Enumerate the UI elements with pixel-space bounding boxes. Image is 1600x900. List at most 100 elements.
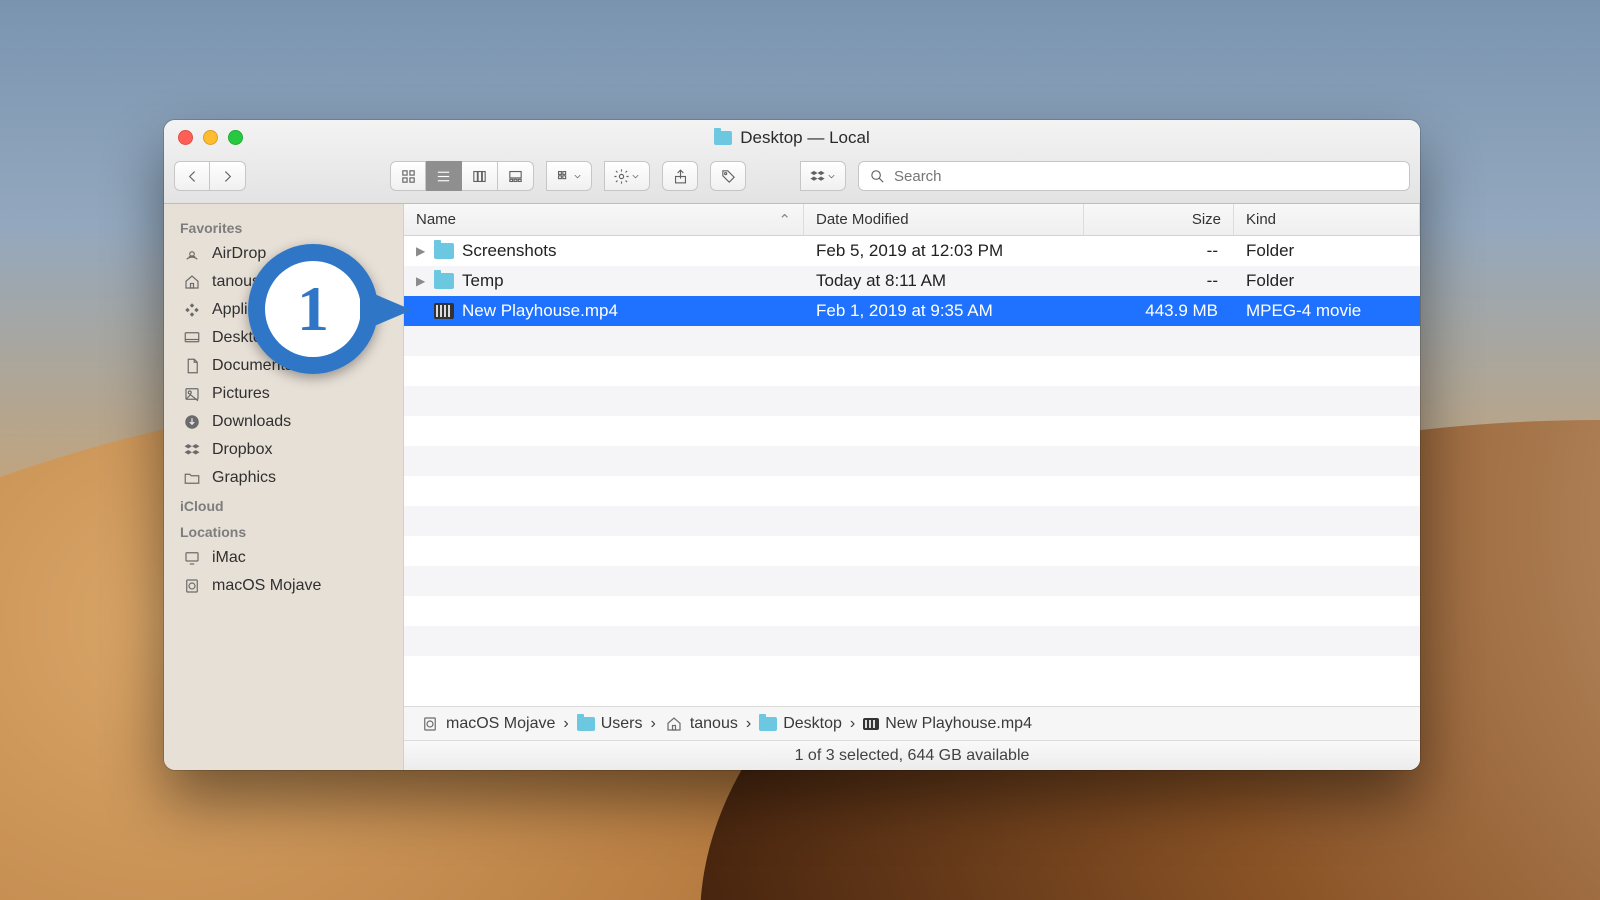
action-button[interactable] [604,161,650,191]
chevron-right-icon [219,168,236,185]
finder-window: Desktop — Local [164,120,1420,770]
file-size: 443.9 MB [1084,301,1234,321]
breadcrumb-item[interactable]: Users [577,715,643,733]
breadcrumb-separator-icon: › [850,715,855,733]
folder-icon [577,717,595,731]
sidebar-section-header: iCloud [164,492,403,518]
nav-group [174,161,246,191]
empty-row [404,356,1420,386]
column-date[interactable]: Date Modified [804,204,1084,235]
disp-icon [182,549,202,567]
sidebar-item-imac[interactable]: iMac [164,544,403,572]
column-size[interactable]: Size [1084,204,1234,235]
sidebar-item-label: macOS Mojave [212,577,321,595]
sidebar-item-label: iMac [212,549,246,567]
dropbox-icon [182,441,202,459]
action-group [604,161,650,191]
column-name[interactable]: Name ⌃ [404,204,804,235]
sidebar: Favorites AirDrop tanous Applications Deskto… [164,204,404,770]
sidebar-item-label: Downloads [212,413,291,431]
tags-button[interactable] [710,161,746,191]
column-headers: Name ⌃ Date Modified Size Kind [404,204,1420,236]
breadcrumb-separator-icon: › [563,715,568,733]
breadcrumb-item[interactable]: tanous [664,715,738,733]
sidebar-item-desktop[interactable]: Desktop [164,324,403,352]
empty-row [404,626,1420,656]
list-view-button[interactable] [426,161,462,191]
grid-small-icon [555,168,572,185]
gallery-icon [507,168,524,185]
down-icon [182,413,202,431]
empty-row [404,656,1420,686]
file-row[interactable]: ▶ScreenshotsFeb 5, 2019 at 12:03 PM--Fol… [404,236,1420,266]
gallery-view-button[interactable] [498,161,534,191]
sidebar-item-tanous[interactable]: tanous [164,268,403,296]
disclosure-triangle-icon[interactable]: ▶ [416,244,426,258]
empty-row [404,386,1420,416]
breadcrumb-label: tanous [690,715,738,733]
file-date: Today at 8:11 AM [804,271,1084,291]
column-view-button[interactable] [462,161,498,191]
sidebar-item-documents[interactable]: Documents [164,352,403,380]
dropbox-icon [809,168,826,185]
dropbox-button[interactable] [800,161,846,191]
empty-row [404,596,1420,626]
breadcrumb-label: Users [601,715,643,733]
sidebar-item-pictures[interactable]: Pictures [164,380,403,408]
file-name: Temp [462,271,504,291]
folder-icon [434,243,454,259]
sidebar-section-header: Favorites [164,214,403,240]
column-kind-label: Kind [1246,211,1276,228]
chevron-down-icon [630,168,641,185]
folder-icon [182,469,202,487]
file-date: Feb 1, 2019 at 9:35 AM [804,301,1084,321]
arrange-button[interactable] [546,161,592,191]
sidebar-item-label: tanous [212,273,260,291]
sidebar-item-label: AirDrop [212,245,266,263]
file-name: New Playhouse.mp4 [462,301,618,321]
path-bar: macOS Mojave›Users›tanous›Desktop›New Pl… [404,706,1420,740]
empty-row [404,416,1420,446]
file-kind: Folder [1234,271,1420,291]
tag-icon [720,168,737,185]
sidebar-item-dropbox[interactable]: Dropbox [164,436,403,464]
sort-indicator-icon: ⌃ [778,211,791,229]
breadcrumb-item[interactable]: Desktop [759,715,842,733]
search-icon [869,168,886,185]
sidebar-item-downloads[interactable]: Downloads [164,408,403,436]
apps-icon [182,301,202,319]
file-row[interactable]: New Playhouse.mp4 Feb 1, 2019 at 9:35 AM4… [404,296,1420,326]
pic-icon [182,385,202,403]
sidebar-item-graphics[interactable]: Graphics [164,464,403,492]
sidebar-item-airdrop[interactable]: AirDrop [164,240,403,268]
sidebar-item-applications[interactable]: Applications [164,296,403,324]
file-name: Screenshots [462,241,557,261]
disclosure-triangle-icon[interactable]: ▶ [416,274,426,288]
breadcrumb-item[interactable]: New Playhouse.mp4 [863,715,1032,733]
column-kind[interactable]: Kind [1234,204,1420,235]
sidebar-item-label: Applications [212,301,298,319]
window-title: Desktop — Local [164,128,1420,148]
video-file-icon [434,303,454,319]
search-field[interactable] [858,161,1410,191]
icon-view-button[interactable] [390,161,426,191]
chevron-left-icon [184,168,201,185]
share-button[interactable] [662,161,698,191]
sidebar-item-label: Pictures [212,385,270,403]
empty-row [404,506,1420,536]
search-input[interactable] [894,168,1399,185]
video-file-icon [863,718,879,730]
breadcrumb-item[interactable]: macOS Mojave [420,715,555,733]
breadcrumb-label: Desktop [783,715,842,733]
sidebar-item-macos-mojave[interactable]: macOS Mojave [164,572,403,600]
disk-icon [420,715,440,733]
back-button[interactable] [174,161,210,191]
gear-icon [613,168,630,185]
arrange-group [546,161,592,191]
sidebar-section-header: Locations [164,518,403,544]
forward-button[interactable] [210,161,246,191]
file-size: -- [1084,271,1234,291]
chevron-down-icon [572,168,583,185]
column-name-label: Name [416,211,456,228]
file-row[interactable]: ▶ Temp Today at 8:11 AM--Folder [404,266,1420,296]
